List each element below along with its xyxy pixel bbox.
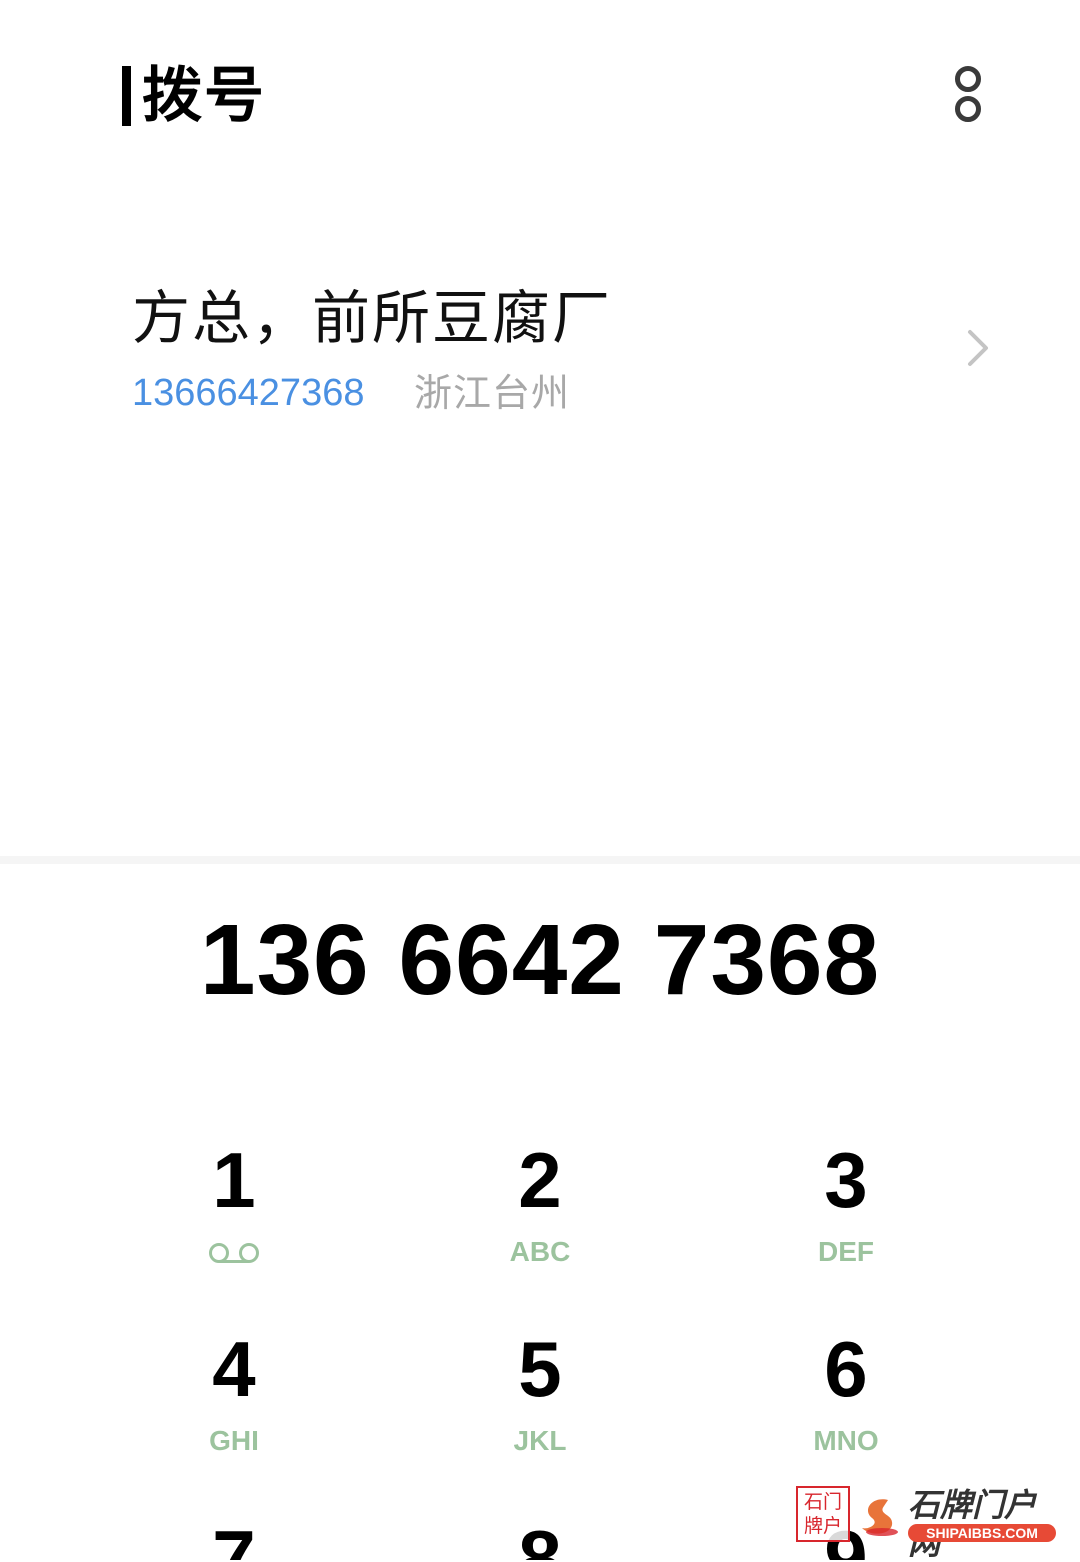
contact-location: 浙江台州	[414, 371, 571, 415]
key-digit: 5	[518, 1325, 562, 1413]
key-digit: 8	[518, 1514, 562, 1560]
divider	[0, 856, 1080, 864]
key-digit: 7	[212, 1514, 256, 1560]
more-vertical-icon-dot	[955, 96, 981, 122]
watermark-logo-icon	[862, 1499, 898, 1536]
key-digit: 1	[212, 1136, 256, 1224]
voicemail-icon	[209, 1243, 259, 1263]
key-8[interactable]: 8	[420, 1508, 660, 1560]
key-digit: 6	[824, 1325, 868, 1413]
key-letters: ABC	[509, 1236, 571, 1267]
key-5[interactable]: 5 JKL	[420, 1319, 660, 1489]
title-accent-bar	[122, 66, 131, 126]
more-vertical-icon	[955, 66, 981, 92]
key-1[interactable]: 1	[114, 1130, 354, 1300]
more-options-button[interactable]	[944, 62, 990, 130]
key-digit: 3	[824, 1136, 868, 1224]
key-2[interactable]: 2 ABC	[420, 1130, 660, 1300]
key-letters: JKL	[513, 1425, 567, 1456]
watermark-url: SHIPAIBBS.COM	[908, 1524, 1056, 1542]
key-letters: DEF	[818, 1236, 874, 1267]
chevron-right-icon	[968, 330, 988, 366]
watermark: 石门 牌户 石牌门户网 SHIPAIBBS.COM	[796, 1486, 1060, 1562]
contact-match-item[interactable]: 方总，前所豆腐厂 13666427368 浙江台州	[0, 250, 1080, 450]
dialed-number-display[interactable]: 136 6642 7368	[0, 900, 1080, 1020]
watermark-seal: 石门 牌户	[796, 1486, 850, 1542]
key-letters: MNO	[813, 1425, 879, 1456]
contact-number: 13666427368	[132, 372, 365, 414]
contact-name: 方总，前所豆腐厂	[132, 284, 613, 352]
key-digit: 4	[212, 1325, 256, 1413]
key-3[interactable]: 3 DEF	[726, 1130, 966, 1300]
key-6[interactable]: 6 MNO	[726, 1319, 966, 1489]
key-letters: GHI	[209, 1425, 259, 1456]
key-digit: 2	[518, 1136, 562, 1224]
page-title: 拨号	[142, 61, 266, 131]
header: 拨号	[0, 0, 1080, 190]
key-7[interactable]: 7	[114, 1508, 354, 1560]
key-4[interactable]: 4 GHI	[114, 1319, 354, 1489]
